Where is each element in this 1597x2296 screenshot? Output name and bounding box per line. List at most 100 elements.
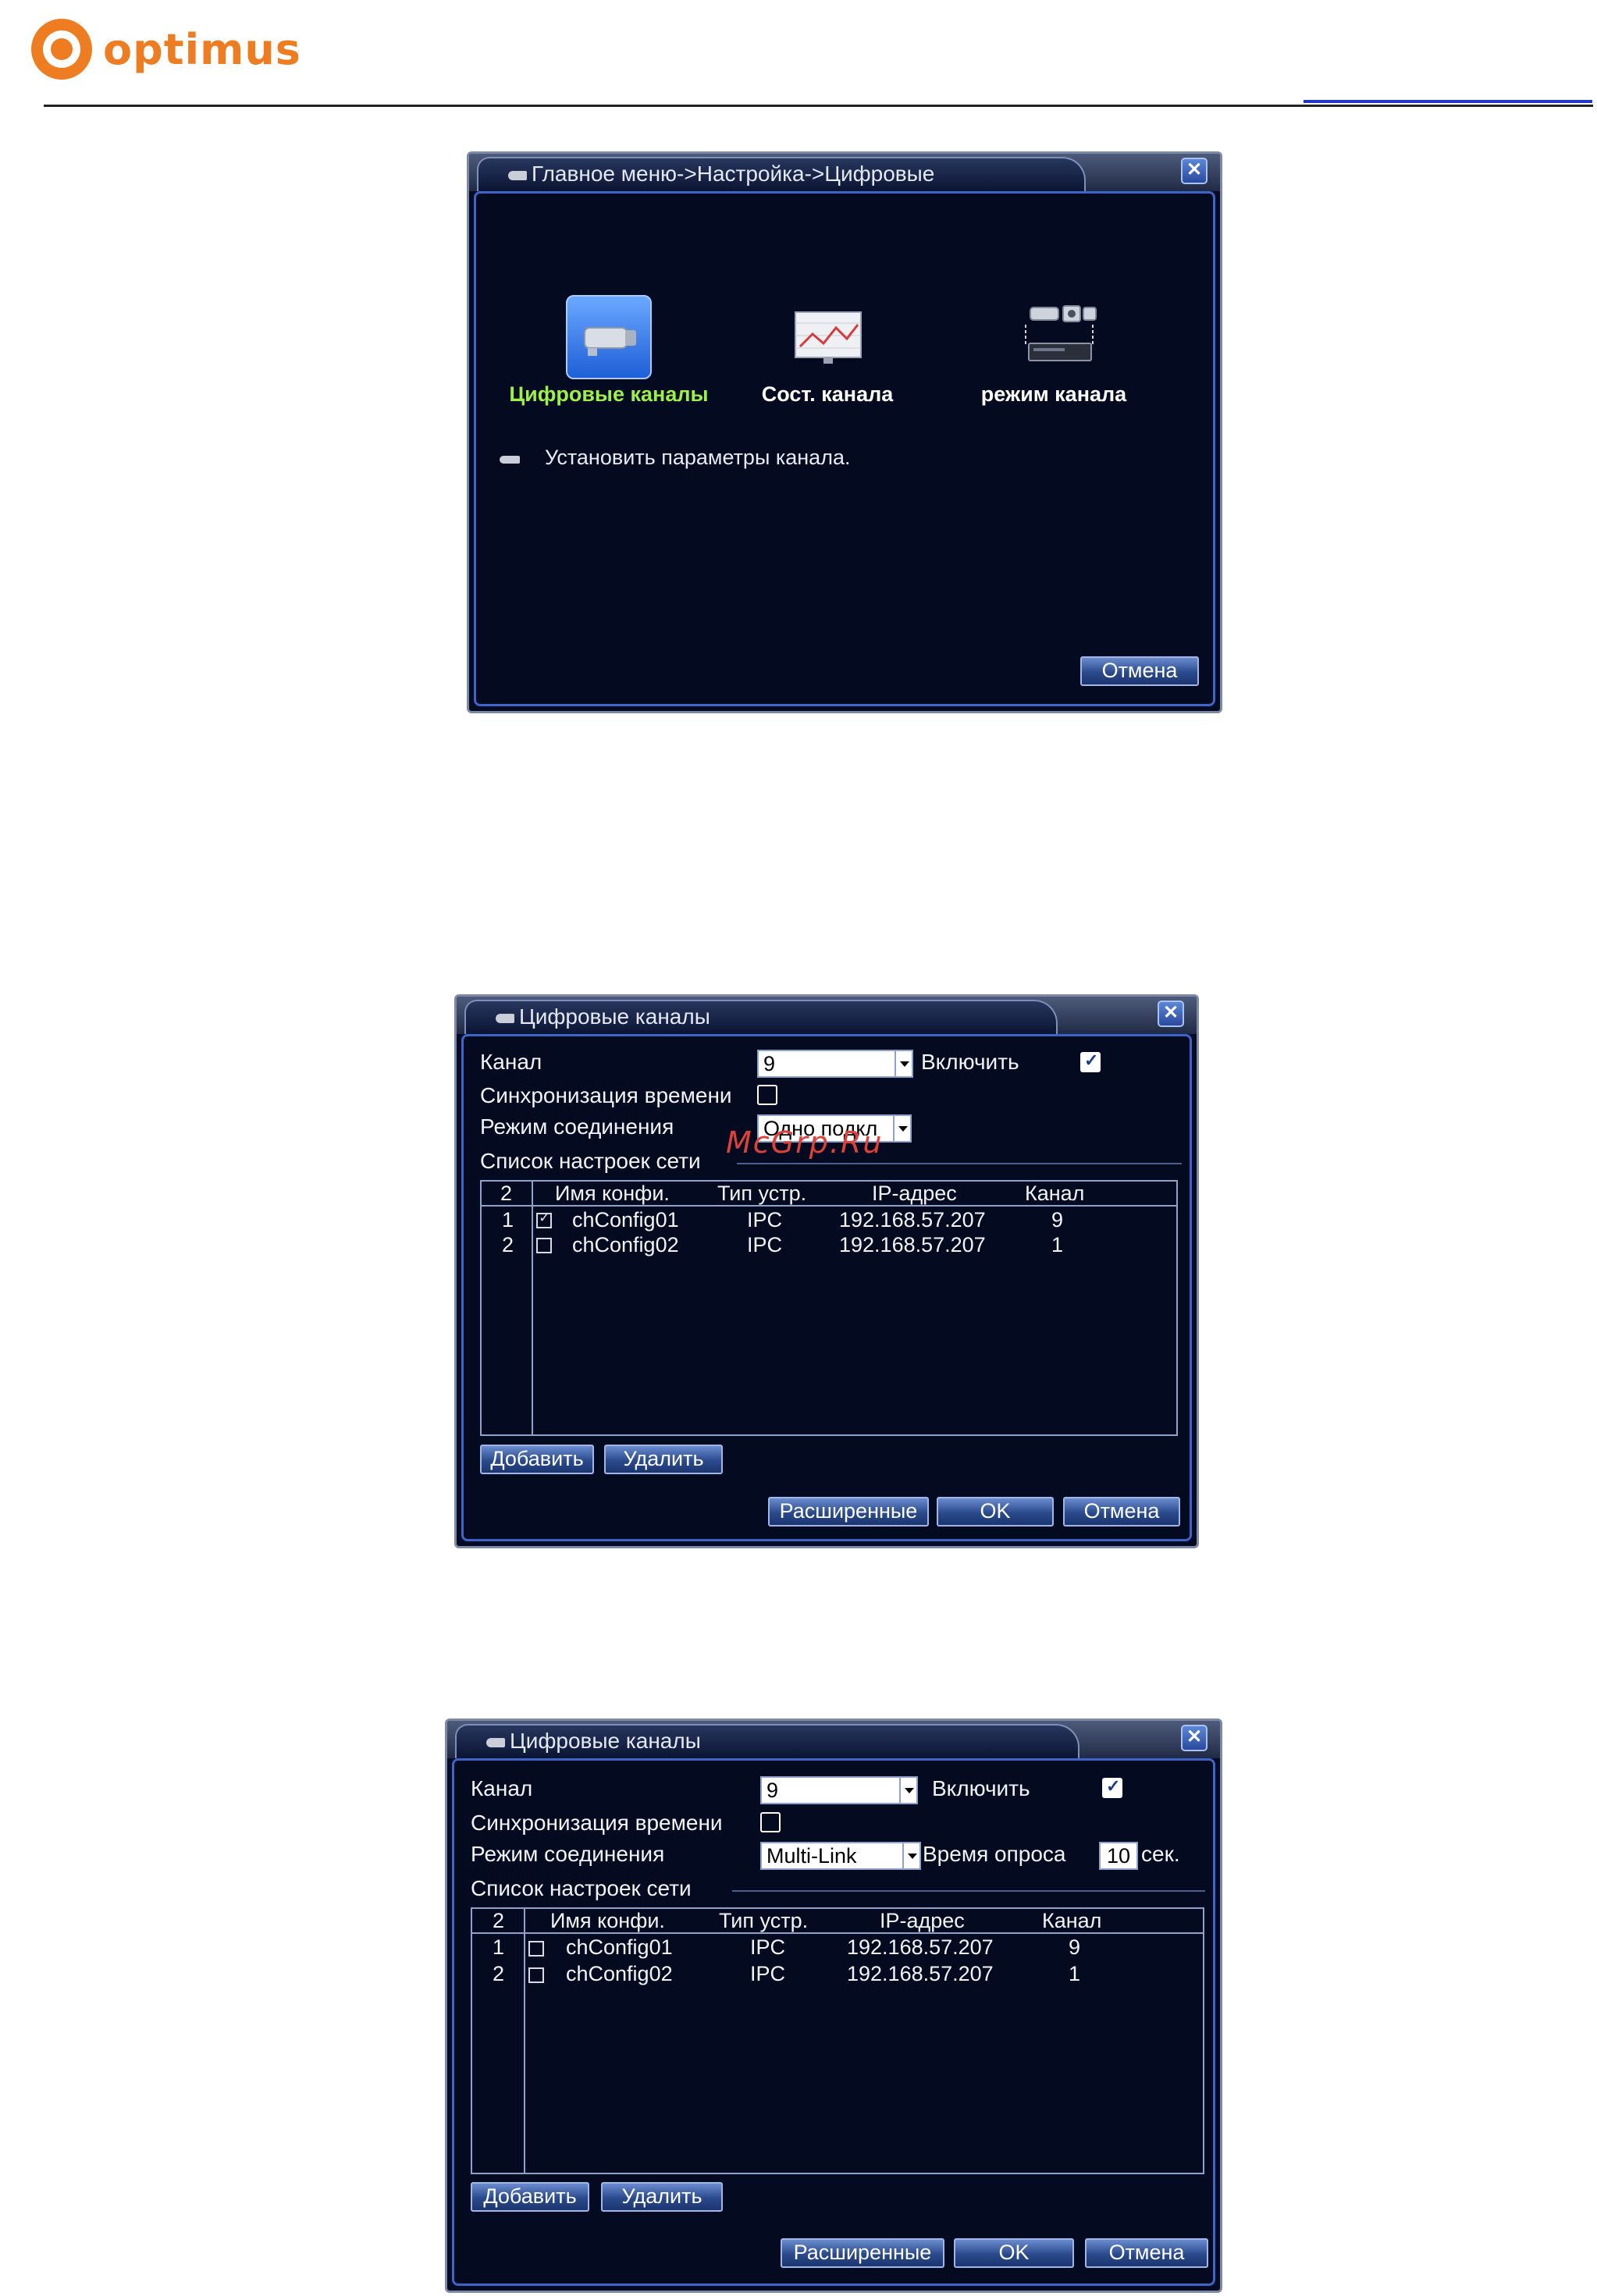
table-header: 2 Имя конфи. Тип устр. IP-адрес Канал xyxy=(482,1182,1176,1207)
column-header-channel: Канал xyxy=(1025,1182,1085,1205)
chevron-down-icon xyxy=(902,1843,919,1868)
menu-item-channel-status[interactable]: Сост. канала xyxy=(734,295,921,406)
connection-mode-label: Режим соединения xyxy=(480,1114,674,1139)
menu-item-label: Сост. канала xyxy=(761,382,894,406)
window-body: Канал 9 Включить Синхронизация времени Р… xyxy=(461,1034,1192,1541)
divider xyxy=(732,1890,1205,1892)
row-ip: 192.168.57.207 xyxy=(847,1935,994,1959)
row-number: 1 xyxy=(493,1935,505,1959)
row-checkbox[interactable] xyxy=(536,1238,552,1253)
row-checkbox[interactable] xyxy=(528,1967,544,1983)
row-number: 2 xyxy=(502,1233,514,1256)
time-sync-label: Синхронизация времени xyxy=(471,1811,723,1835)
table-row[interactable]: 2 chConfig02 IPC 192.168.57.207 1 xyxy=(482,1233,1176,1258)
config-table: 2 Имя конфи. Тип устр. IP-адрес Канал 1 … xyxy=(471,1907,1204,2174)
channel-label: Канал xyxy=(480,1050,542,1074)
row-ip: 192.168.57.207 xyxy=(839,1208,986,1232)
column-header-count: 2 xyxy=(500,1182,513,1205)
table-row[interactable]: 1 chConfig01 IPC 192.168.57.207 9 xyxy=(482,1208,1176,1233)
row-name: chConfig01 xyxy=(566,1935,673,1959)
ok-button[interactable]: OK xyxy=(937,1497,1054,1527)
chevron-down-icon xyxy=(893,1116,910,1141)
menu-item-label: Цифровые каналы xyxy=(509,382,709,406)
cancel-button[interactable]: Отмена xyxy=(1085,2238,1208,2268)
enable-checkbox[interactable] xyxy=(1080,1050,1101,1072)
ok-button[interactable]: OK xyxy=(954,2238,1074,2268)
menu-item-label: режим канала xyxy=(980,382,1127,406)
delete-button[interactable]: Удалить xyxy=(604,1445,723,1474)
time-sync-label: Синхронизация времени xyxy=(480,1083,732,1107)
camera-dvr-icon xyxy=(1015,300,1101,370)
close-button[interactable]: ✕ xyxy=(1181,1725,1208,1751)
poll-time-unit: сек. xyxy=(1141,1842,1180,1866)
time-sync-checkbox[interactable] xyxy=(757,1085,777,1105)
chevron-down-icon xyxy=(895,1051,912,1076)
advanced-button[interactable]: Расширенные xyxy=(768,1497,929,1527)
row-number: 1 xyxy=(502,1208,514,1232)
table-header: 2 Имя конфи. Тип устр. IP-адрес Канал xyxy=(472,1909,1203,1934)
enable-label: Включить xyxy=(921,1050,1019,1074)
table-row[interactable]: 1 chConfig01 IPC 192.168.57.207 9 xyxy=(472,1935,1203,1962)
brand-logo: optimus xyxy=(31,19,301,80)
row-checkbox[interactable] xyxy=(536,1210,552,1228)
chevron-down-icon xyxy=(899,1778,916,1803)
poll-time-input[interactable]: 10 xyxy=(1099,1842,1138,1870)
window-title-text: Главное меню->Настройка->Цифровые xyxy=(532,162,935,186)
row-checkbox[interactable] xyxy=(528,1941,544,1957)
add-button[interactable]: Добавить xyxy=(471,2182,589,2212)
delete-button[interactable]: Удалить xyxy=(601,2182,723,2212)
column-header-name: Имя конфи. xyxy=(555,1182,670,1205)
column-header-name: Имя конфи. xyxy=(550,1909,665,1932)
network-list-label: Список настроек сети xyxy=(480,1149,701,1173)
connection-mode-value: Multi-Link xyxy=(766,1844,857,1868)
camera-icon xyxy=(496,1013,514,1023)
column-header-type: Тип устр. xyxy=(719,1909,809,1932)
config-table: 2 Имя конфи. Тип устр. IP-адрес Канал 1 … xyxy=(480,1180,1178,1436)
column-header-count: 2 xyxy=(493,1909,505,1932)
connection-mode-dropdown[interactable]: Multi-Link xyxy=(760,1842,921,1870)
camera-icon xyxy=(508,170,527,180)
advanced-button[interactable]: Расширенные xyxy=(781,2238,944,2268)
hint-text: Установить параметры канала. xyxy=(545,446,851,469)
divider xyxy=(737,1163,1182,1164)
header-divider xyxy=(44,105,1593,107)
digital-channels-window-multi: Цифровые каналы ✕ Канал 9 Включить Синхр… xyxy=(445,1718,1222,2293)
enable-checkbox[interactable] xyxy=(1102,1776,1122,1798)
column-header-channel: Канал xyxy=(1042,1909,1102,1932)
enable-label: Включить xyxy=(932,1776,1030,1800)
channel-dropdown[interactable]: 9 xyxy=(757,1050,913,1078)
menu-item-channel-mode[interactable]: режим канала xyxy=(952,295,1155,406)
window-title: Главное меню->Настройка->Цифровые xyxy=(508,162,934,187)
ip-camera-icon xyxy=(566,295,652,379)
row-channel: 1 xyxy=(1051,1233,1064,1256)
window-title: Цифровые каналы xyxy=(496,1004,710,1029)
row-name: chConfig01 xyxy=(572,1208,679,1232)
poll-time-label: Время опроса xyxy=(923,1842,1066,1866)
window-body: Цифровые каналы Сост. канала режим канал… xyxy=(474,191,1215,706)
add-button[interactable]: Добавить xyxy=(480,1445,594,1474)
time-sync-checkbox[interactable] xyxy=(760,1812,781,1832)
row-type: IPC xyxy=(747,1208,783,1232)
row-channel: 9 xyxy=(1051,1208,1064,1232)
row-type: IPC xyxy=(750,1962,786,1985)
table-row[interactable]: 2 chConfig02 IPC 192.168.57.207 1 xyxy=(472,1962,1203,1989)
row-type: IPC xyxy=(750,1935,786,1959)
cancel-button[interactable]: Отмена xyxy=(1063,1497,1180,1527)
row-ip: 192.168.57.207 xyxy=(839,1233,986,1256)
cancel-button[interactable]: Отмена xyxy=(1080,656,1199,686)
close-button[interactable]: ✕ xyxy=(1181,158,1208,184)
menu-item-digital-channels[interactable]: Цифровые каналы xyxy=(500,295,709,406)
row-channel: 9 xyxy=(1069,1935,1081,1959)
connection-mode-label: Режим соединения xyxy=(471,1842,665,1866)
row-ip: 192.168.57.207 xyxy=(847,1962,994,1985)
close-button[interactable]: ✕ xyxy=(1158,1001,1184,1027)
network-list-label: Список настроек сети xyxy=(471,1876,692,1900)
channel-dropdown[interactable]: 9 xyxy=(760,1776,918,1804)
brand-name: optimus xyxy=(103,24,301,74)
window-titlebar: Цифровые каналы ✕ xyxy=(457,997,1197,1034)
row-name: chConfig02 xyxy=(566,1962,673,1985)
column-header-type: Тип устр. xyxy=(717,1182,807,1205)
window-titlebar: Цифровые каналы ✕ xyxy=(447,1721,1220,1758)
window-title-text: Цифровые каналы xyxy=(510,1729,701,1753)
channel-label: Канал xyxy=(471,1776,533,1800)
